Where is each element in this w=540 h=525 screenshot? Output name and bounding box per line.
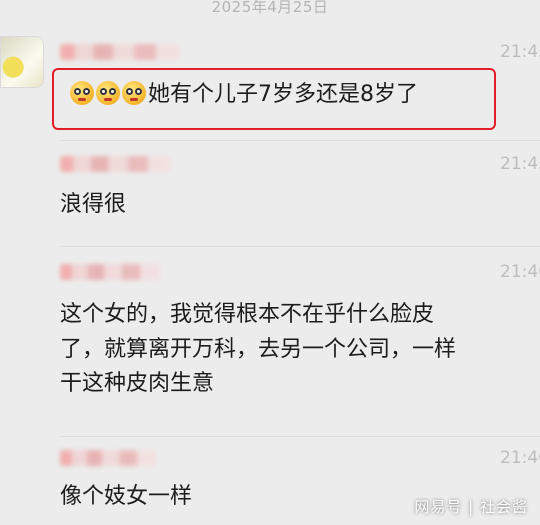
date-separator: 2025年4月25日	[211, 0, 329, 16]
grimacing-face-icon	[96, 81, 120, 105]
sender-name-blurred	[60, 264, 160, 280]
message-text-row: 她有个儿子7岁多还是8岁了	[70, 78, 418, 111]
message-text-line: 这个女的，我觉得根本不在乎什么脸皮	[60, 302, 435, 327]
message-text: 像个妓女一样	[60, 484, 193, 509]
watermark: 网易号 | 社会酱	[414, 498, 528, 516]
message-time: 21:45	[500, 154, 540, 174]
message-time: 21:46	[500, 448, 540, 468]
message-text-line: 干这种皮肉生意	[60, 371, 215, 396]
divider	[60, 436, 540, 437]
divider	[60, 140, 540, 141]
avatar[interactable]	[0, 36, 44, 88]
sender-name-blurred	[60, 450, 156, 466]
grimacing-face-icon	[122, 81, 146, 105]
sender-name-blurred	[60, 44, 180, 60]
message-time: 21:46	[500, 262, 540, 282]
divider	[60, 246, 540, 247]
grimacing-face-icon	[70, 81, 94, 105]
sender-name-blurred	[60, 156, 170, 172]
message-text-line: 了，就算离开万科，去另一个公司，一样	[60, 337, 457, 362]
message-text: 她有个儿子7岁多还是8岁了	[148, 82, 418, 107]
message-time: 21:45	[500, 42, 540, 62]
message-text: 浪得很	[60, 192, 127, 217]
